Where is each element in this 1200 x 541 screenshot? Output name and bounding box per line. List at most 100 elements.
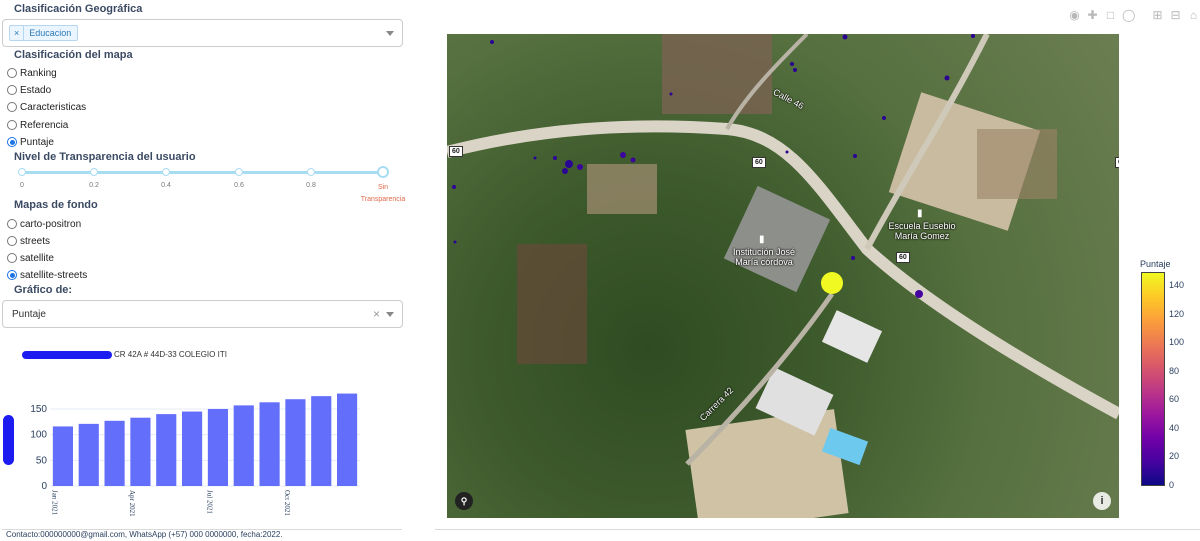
zoom-out-icon[interactable]: ⊟ xyxy=(1169,9,1182,22)
point xyxy=(562,168,568,174)
point xyxy=(565,160,573,168)
slider-mark: 0.8 xyxy=(306,182,316,189)
point xyxy=(452,185,456,189)
divider xyxy=(435,529,1200,530)
radio-streets[interactable]: streets xyxy=(7,234,50,248)
slider-step[interactable] xyxy=(18,168,26,176)
radio-caracteristicas[interactable]: Caracteristicas xyxy=(7,100,86,114)
chart-of-select[interactable]: Puntaje × xyxy=(2,300,403,328)
zoom-in-icon[interactable]: ⊞ xyxy=(1151,9,1164,22)
site-address: CR 42A # 44D-33 COLEGIO ITI xyxy=(114,350,227,359)
slider-mark-sin-transparencia: Sin Transparencia xyxy=(360,184,406,203)
bar-aug-2021 xyxy=(233,405,254,486)
slider-step[interactable] xyxy=(162,168,170,176)
radio-estado[interactable]: Estado xyxy=(7,83,51,97)
radio-puntaje[interactable]: Puntaje xyxy=(7,135,54,149)
satellite-map[interactable]: Calle 46 Carrera 42 Institución José Mar… xyxy=(447,34,1119,518)
plot-modebar: ◉ ✚ □ ◯ ⊞ ⊟ ⌂ xyxy=(1068,9,1200,22)
transparency-slider-handle[interactable] xyxy=(377,166,389,178)
geo-classification-label: Clasificación Geográfica xyxy=(14,3,143,15)
bar-oct-2021 xyxy=(285,399,306,486)
point xyxy=(669,92,673,96)
slider-mark: 0.4 xyxy=(161,182,171,189)
bar-apr-2021 xyxy=(130,417,151,486)
x-tick-label: Jan 2021 xyxy=(51,490,59,516)
point xyxy=(577,164,583,170)
y-tick-label: 50 xyxy=(36,455,48,466)
geo-classification-multiselect[interactable]: × Educacion xyxy=(2,19,403,47)
remove-chip-icon[interactable]: × xyxy=(10,26,25,40)
point xyxy=(944,75,950,81)
camera-icon[interactable]: ◉ xyxy=(1068,9,1081,22)
point xyxy=(971,34,975,38)
bar-mar-2021 xyxy=(104,420,125,486)
info-icon[interactable]: i xyxy=(1093,492,1111,510)
colorbar-tick-label: 0 xyxy=(1169,480,1175,490)
slider-mark: 0 xyxy=(20,182,24,189)
school-icon: ▮ xyxy=(917,208,923,219)
point xyxy=(793,68,797,72)
data-points-layer xyxy=(452,34,975,298)
colorbar-tick-label: 140 xyxy=(1169,280,1185,291)
point xyxy=(553,156,557,160)
point xyxy=(882,116,886,120)
chart-of-label: Gráfico de: xyxy=(14,284,73,296)
x-tick-label: Apr 2021 xyxy=(128,490,136,517)
colorbar-title: Puntaje xyxy=(1140,259,1171,269)
colorbar-tick-label: 100 xyxy=(1169,337,1185,348)
y-tick-label: 150 xyxy=(30,404,47,415)
pan-icon[interactable]: ✚ xyxy=(1086,9,1099,22)
point xyxy=(490,40,494,44)
transparency-label: Nivel de Transparencia del usuario xyxy=(14,151,196,163)
y-tick-label: 100 xyxy=(30,430,47,441)
colorbar xyxy=(1141,272,1165,486)
point xyxy=(785,150,789,154)
bar-jun-2021 xyxy=(182,411,203,486)
radio-satellite-streets[interactable]: satellite-streets xyxy=(7,268,87,282)
colorbar-tick-label: 120 xyxy=(1169,308,1185,319)
radio-referencia[interactable]: Referencia xyxy=(7,118,68,132)
colorbar-tick-label: 40 xyxy=(1169,422,1180,433)
colorbar-tick-label: 60 xyxy=(1169,394,1180,405)
bar-nov-2021 xyxy=(311,396,332,486)
geo-chip[interactable]: × Educacion xyxy=(9,25,79,41)
bar-dec-2021 xyxy=(337,393,358,486)
colorbar-tick-label: 20 xyxy=(1169,451,1180,462)
lasso-icon[interactable]: ◯ xyxy=(1122,9,1135,22)
clear-icon[interactable]: × xyxy=(373,307,380,321)
slider-step[interactable] xyxy=(235,168,243,176)
poi-label-escuela: Escuela Eusebio María Gomez xyxy=(888,221,956,241)
box-select-icon[interactable]: □ xyxy=(1104,9,1117,22)
chart-of-value: Puntaje xyxy=(12,309,46,320)
colorbar-tick-label: 80 xyxy=(1169,365,1180,376)
point-max-puntaje xyxy=(821,272,843,294)
point xyxy=(853,154,857,158)
bar-feb-2021 xyxy=(78,423,99,486)
bar-may-2021 xyxy=(156,414,177,486)
transparency-slider-track[interactable] xyxy=(22,171,383,174)
footer-contact: Contacto:000000000@gmail.com, WhatsApp (… xyxy=(6,530,283,539)
chevron-down-icon[interactable] xyxy=(386,312,394,317)
point xyxy=(790,62,794,66)
point xyxy=(453,240,457,244)
mapbox-logo-icon[interactable]: ⚲ xyxy=(455,492,473,510)
slider-step[interactable] xyxy=(307,168,315,176)
school-icon: ▮ xyxy=(759,234,765,245)
radio-satellite[interactable]: satellite xyxy=(7,251,54,265)
x-tick-label: Jul 2021 xyxy=(206,490,214,514)
map-classification-label: Clasificación del mapa xyxy=(14,49,133,61)
home-icon[interactable]: ⌂ xyxy=(1187,9,1200,22)
point xyxy=(620,152,626,158)
slider-step[interactable] xyxy=(90,168,98,176)
redacted-name xyxy=(22,351,112,359)
route-shield-60: 60 xyxy=(1115,157,1119,168)
basemap-label: Mapas de fondo xyxy=(14,199,98,211)
radio-carto-positron[interactable]: carto-positron xyxy=(7,217,81,231)
point xyxy=(842,34,848,40)
geo-chip-label: Educacion xyxy=(29,28,72,38)
chevron-down-icon[interactable] xyxy=(386,31,394,36)
point xyxy=(915,290,923,298)
slider-mark: 0.2 xyxy=(89,182,99,189)
radio-ranking[interactable]: Ranking xyxy=(7,66,57,80)
point xyxy=(851,256,855,260)
